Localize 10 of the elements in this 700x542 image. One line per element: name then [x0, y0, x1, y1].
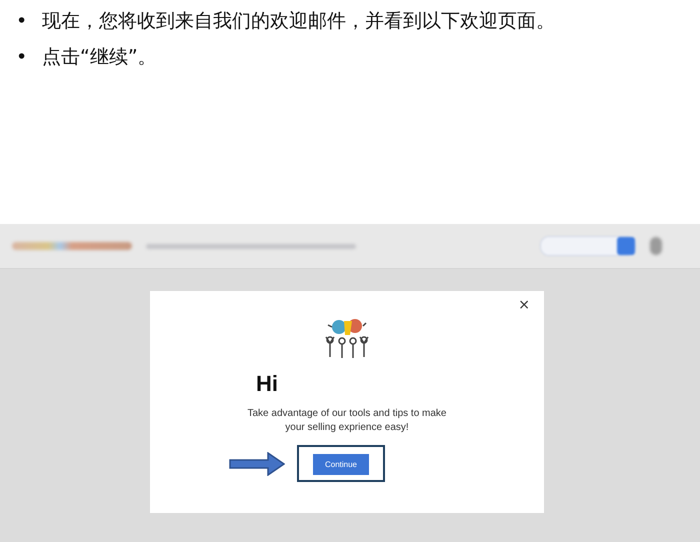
- blurred-user-icon: [650, 237, 662, 255]
- bullet-text: 点击“继续”。: [42, 45, 157, 70]
- arrow-icon: [228, 452, 285, 476]
- close-button[interactable]: ×: [514, 297, 534, 313]
- dialog-message: Take advantage of our tools and tips to make your selling exprience easy!: [247, 407, 447, 435]
- bullet-marker: •: [16, 46, 28, 68]
- bullet-text: 现在，您将收到来自我们的欢迎邮件，并看到以下欢迎页面。: [42, 9, 555, 34]
- dialog-title: Hi: [256, 371, 278, 397]
- bullet-marker: •: [16, 10, 28, 32]
- continue-button[interactable]: Continue: [312, 454, 370, 475]
